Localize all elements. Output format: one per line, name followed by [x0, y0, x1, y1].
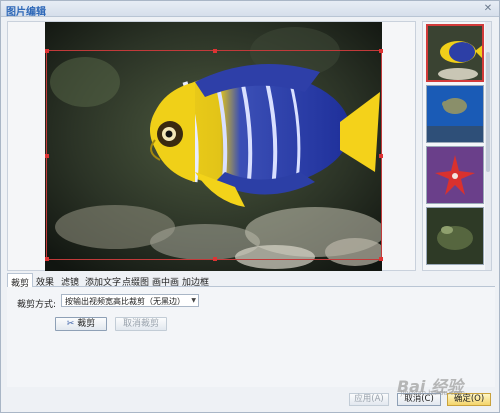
tab-crop[interactable]: 裁剪 [7, 273, 34, 289]
cancel-crop-button[interactable]: 取消裁剪 [115, 317, 167, 331]
cancel-crop-label: 取消裁剪 [122, 319, 159, 329]
crop-handle-middle-right[interactable] [379, 154, 383, 158]
tab-picture-in-picture[interactable]: 画中画 [149, 273, 182, 288]
crop-handle-top-left[interactable] [45, 49, 49, 53]
thumbnail-scrollbar[interactable] [485, 22, 491, 270]
crop-mode-value: 按输出视频宽高比裁剪（无黑边） [65, 297, 185, 306]
thumbnail-strip [422, 21, 492, 271]
tab-filters[interactable]: 滤镜 [58, 273, 82, 288]
crop-handle-bottom-right[interactable] [379, 257, 383, 261]
crop-mode-select[interactable]: 按输出视频宽高比裁剪（无黑边） ▼ [61, 294, 199, 307]
close-icon[interactable]: ✕ [483, 4, 493, 14]
window-title: 图片编辑 [6, 7, 46, 18]
thumbnail-turtle[interactable] [426, 85, 484, 143]
thumbnail-fish[interactable] [426, 24, 484, 82]
tab-add-text[interactable]: 添加文字 [82, 273, 124, 288]
title-bar: 图片编辑 ✕ [1, 1, 499, 18]
crop-handle-bottom-left[interactable] [45, 257, 49, 261]
tab-effects[interactable]: 效果 [33, 273, 57, 288]
crop-handle-bottom-middle[interactable] [213, 257, 217, 261]
baidu-watermark-sub: jingyan.baidu.com [400, 389, 465, 397]
crop-handle-middle-left[interactable] [45, 154, 49, 158]
tab-decorations[interactable]: 点缀图 [119, 273, 152, 288]
crop-button-label: 裁剪 [77, 319, 96, 329]
thumbnail-underwater[interactable] [426, 207, 484, 265]
crop-button[interactable]: ✂ 裁剪 [55, 317, 107, 331]
crop-handle-top-middle[interactable] [213, 49, 217, 53]
tab-add-border[interactable]: 加边框 [179, 273, 212, 288]
chevron-down-icon: ▼ [191, 297, 196, 304]
crop-frame[interactable] [45, 49, 383, 261]
thumbnail-scroll-thumb[interactable] [486, 52, 490, 172]
thumbnail-starfish[interactable] [426, 146, 484, 204]
image-canvas[interactable] [7, 21, 416, 271]
apply-button[interactable]: 应用(A) [349, 393, 389, 406]
image-edit-window: 图片编辑 ✕ 裁剪 效果 滤镜 添加文字 点缀图 画中画 加边框 裁剪方式: 按… [0, 0, 500, 413]
crop-panel: 裁剪方式: 按输出视频宽高比裁剪（无黑边） ▼ ✂ 裁剪 取消裁剪 [7, 287, 495, 387]
crop-icon: ✂ [66, 319, 75, 329]
edit-tabs: 裁剪 效果 滤镜 添加文字 点缀图 画中画 加边框 [7, 273, 495, 289]
crop-handle-top-right[interactable] [379, 49, 383, 53]
crop-mode-label: 裁剪方式: [17, 300, 57, 310]
